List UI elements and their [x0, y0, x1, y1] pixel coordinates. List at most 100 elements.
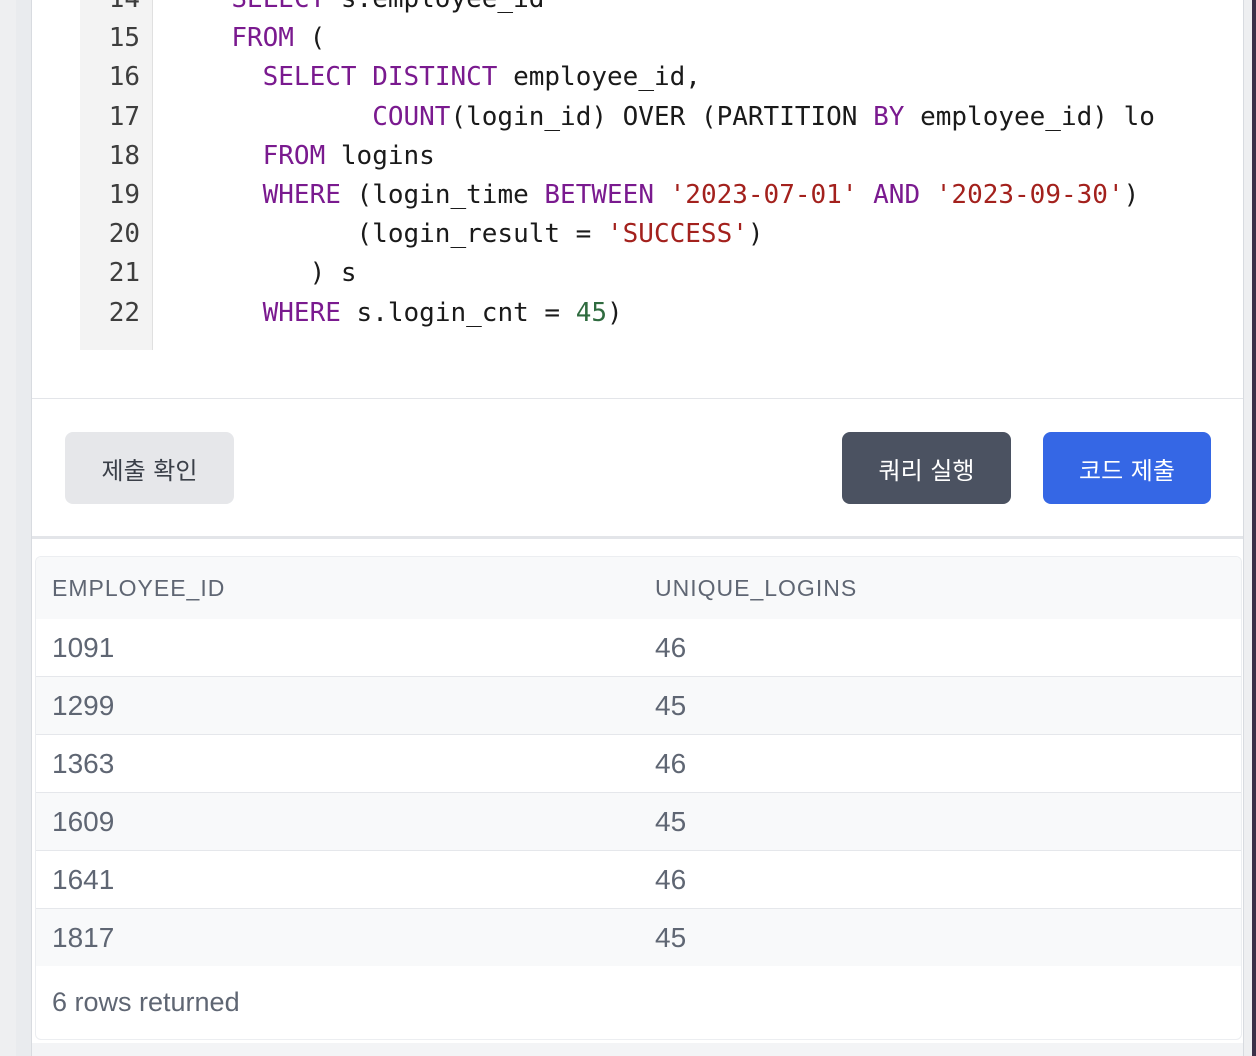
code-token: (login_id) OVER (PARTITION: [450, 101, 874, 132]
code-lines: 14 SELECT s.employee_id15 FROM (16 SELEC…: [80, 0, 1240, 333]
code-token: s.login_cnt =: [340, 297, 576, 328]
code-token: (: [293, 23, 326, 54]
cell-unique-logins: 45: [655, 689, 687, 721]
table-header-row: EMPLOYEE_ID UNIQUE_LOGINS: [36, 557, 1241, 619]
editor-divider: [32, 398, 1243, 399]
sql-keyword: WHERE: [262, 297, 341, 328]
sql-code-editor[interactable]: 14 SELECT s.employee_id15 FROM (16 SELEC…: [32, 0, 1243, 398]
code-token: logins: [325, 140, 435, 171]
line-number: 16: [108, 62, 140, 93]
table-row: 1817 45: [36, 909, 1241, 966]
cell-unique-logins: 45: [655, 805, 687, 837]
line-number: 21: [108, 258, 140, 289]
code-token: (login_result =: [200, 219, 607, 250]
sql-keyword: BY: [873, 101, 905, 132]
cell-unique-logins: 46: [655, 747, 687, 779]
sql-problem-panel: 14 SELECT s.employee_id15 FROM (16 SELEC…: [31, 0, 1244, 1056]
code-line[interactable]: 17 COUNT(login_id) OVER (PARTITION BY em…: [80, 98, 1240, 137]
column-header-unique-logins: UNIQUE_LOGINS: [655, 574, 858, 601]
cell-employee-id: 1609: [52, 805, 115, 837]
run-query-button[interactable]: 쿼리 실행: [842, 432, 1011, 504]
number-literal: 45: [575, 297, 608, 328]
cell-employee-id: 1641: [52, 863, 115, 895]
panel-bottom-edge: [32, 1043, 1243, 1056]
line-number: 15: [108, 23, 140, 54]
line-number: 17: [108, 101, 140, 132]
code-token: ): [747, 219, 764, 250]
results-divider: [32, 536, 1243, 539]
page-margin-left: [0, 0, 16, 1056]
sql-keyword: WHERE: [262, 179, 341, 210]
query-results-table: EMPLOYEE_ID UNIQUE_LOGINS 1091 46 1299 4…: [35, 556, 1242, 1040]
code-text: FROM (: [200, 19, 325, 58]
table-row: 1363 46: [36, 735, 1241, 793]
cell-employee-id: 1299: [52, 689, 115, 721]
sql-keyword: COUNT: [372, 101, 451, 132]
window-edge: [1252, 0, 1256, 1056]
table-row: 1299 45: [36, 677, 1241, 735]
string-literal: '2023-09-30': [935, 179, 1124, 210]
code-line[interactable]: 18 FROM logins: [80, 137, 1240, 176]
code-token: employee_id) lo: [904, 101, 1155, 132]
line-number: 14: [80, 0, 140, 19]
code-text: WHERE (login_time BETWEEN '2023-07-01' A…: [200, 176, 1140, 215]
sql-keyword: SELECT: [231, 0, 325, 14]
string-literal: '2023-07-01': [669, 179, 858, 210]
code-text: SELECT s.employee_id: [200, 0, 544, 19]
code-token: ): [1123, 179, 1140, 210]
code-text: WHERE s.login_cnt = 45): [200, 294, 623, 333]
check-submission-button[interactable]: 제출 확인: [65, 432, 234, 504]
cell-employee-id: 1091: [52, 631, 115, 663]
code-token: (login_time: [340, 179, 545, 210]
cell-unique-logins: 46: [655, 631, 687, 663]
cell-unique-logins: 46: [655, 863, 687, 895]
code-text: FROM logins: [200, 137, 435, 176]
code-token: ): [607, 297, 623, 328]
line-number: 18: [108, 140, 140, 171]
table-row: 1641 46: [36, 851, 1241, 909]
code-text: ) s: [200, 254, 357, 293]
sql-keyword: SELECT: [262, 62, 357, 93]
cell-employee-id: 1817: [52, 921, 115, 953]
code-line[interactable]: 16 SELECT DISTINCT employee_id,: [80, 58, 1240, 97]
code-token: employee_id,: [497, 62, 701, 93]
code-text: (login_result = 'SUCCESS'): [200, 215, 764, 254]
code-line[interactable]: 21 ) s: [80, 254, 1240, 293]
sql-keyword: BETWEEN: [544, 179, 654, 210]
code-line[interactable]: 14 SELECT s.employee_id: [80, 0, 1240, 19]
code-text: COUNT(login_id) OVER (PARTITION BY emplo…: [200, 98, 1155, 137]
sql-keyword: DISTINCT: [372, 62, 498, 93]
sql-keyword: FROM: [231, 23, 294, 54]
table-row: 1609 45: [36, 793, 1241, 851]
code-line[interactable]: 20 (login_result = 'SUCCESS'): [80, 215, 1240, 254]
line-number: 20: [108, 219, 140, 250]
submit-code-button[interactable]: 코드 제출: [1043, 432, 1211, 504]
line-number: 19: [108, 179, 140, 210]
code-token: ) s: [200, 258, 357, 289]
sql-keyword: FROM: [262, 140, 326, 171]
sql-keyword: AND: [873, 179, 921, 210]
code-line[interactable]: 19 WHERE (login_time BETWEEN '2023-07-01…: [80, 176, 1240, 215]
line-number: 22: [108, 297, 140, 328]
cell-employee-id: 1363: [52, 747, 115, 779]
string-literal: 'SUCCESS': [607, 219, 748, 250]
code-text: SELECT DISTINCT employee_id,: [200, 58, 701, 97]
cell-unique-logins: 45: [655, 921, 687, 953]
code-token: s.employee_id: [325, 0, 545, 14]
code-line[interactable]: 15 FROM (: [80, 19, 1240, 58]
rows-returned-status: 6 rows returned: [52, 986, 240, 1017]
code-line[interactable]: 22 WHERE s.login_cnt = 45): [80, 294, 1240, 333]
column-header-employee-id: EMPLOYEE_ID: [52, 574, 226, 601]
table-row: 1091 46: [36, 619, 1241, 677]
